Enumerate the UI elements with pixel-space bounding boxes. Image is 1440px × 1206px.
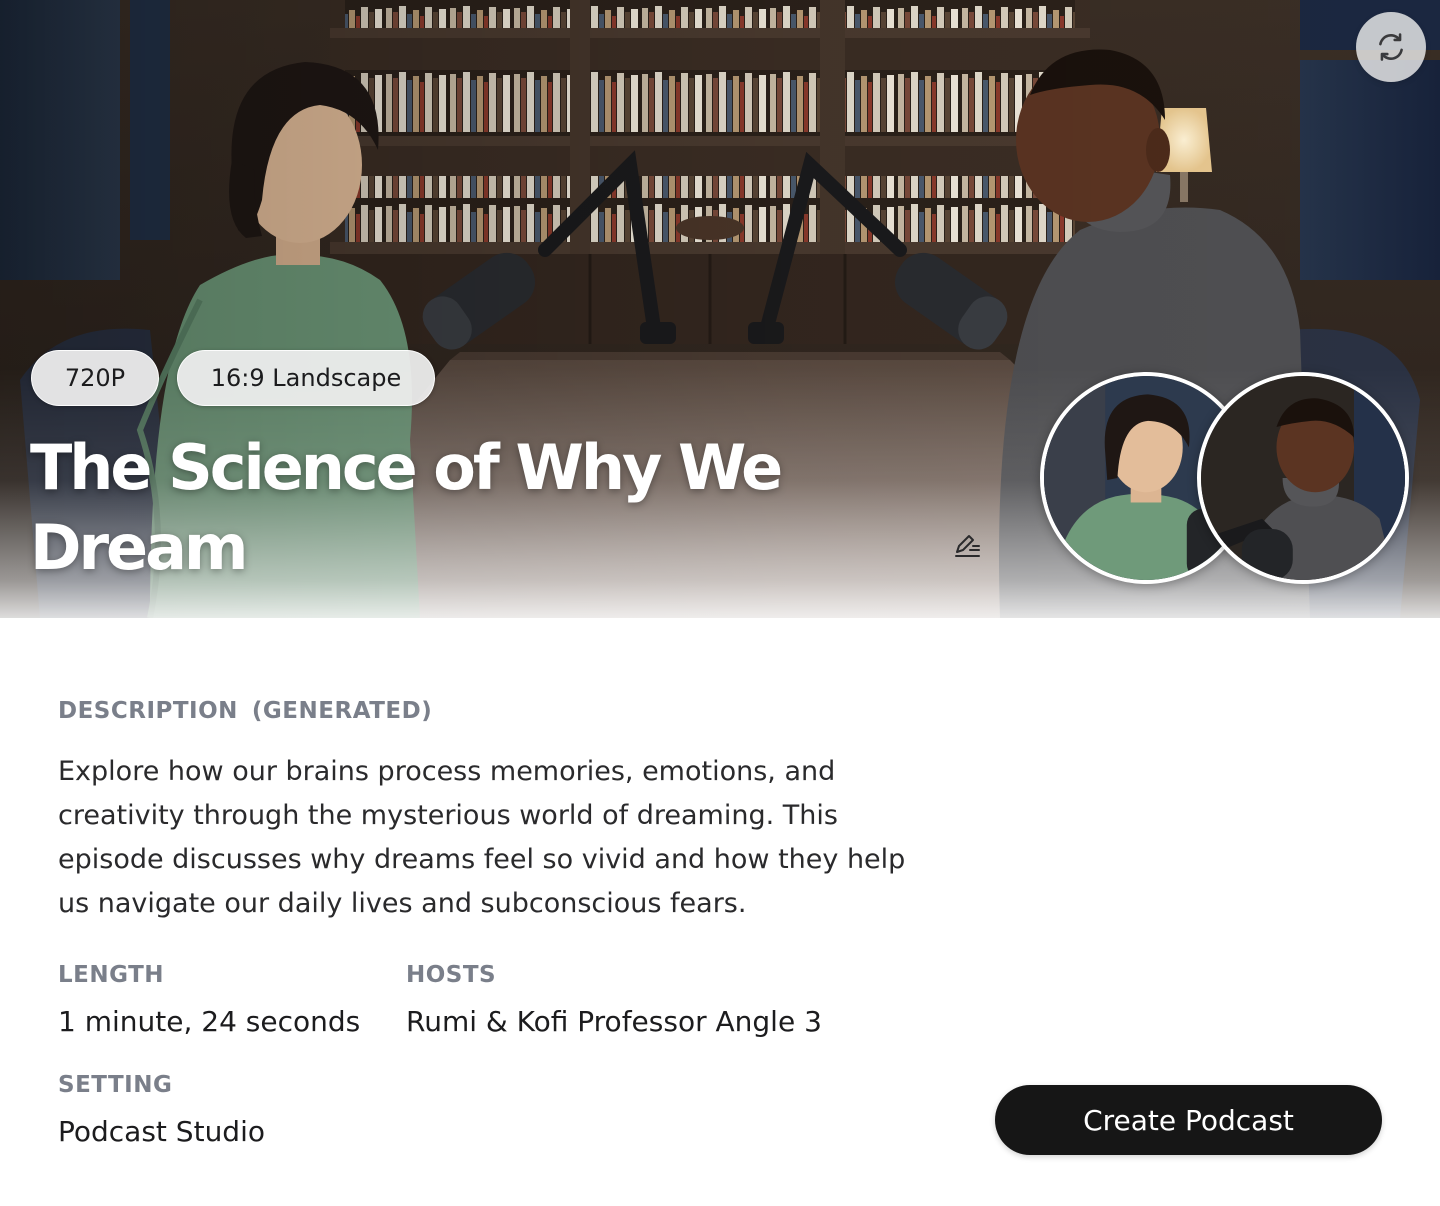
- hosts-value: Rumi & Kofi Professor Angle 3: [406, 1005, 822, 1038]
- host-avatar-kofi: [1197, 372, 1409, 584]
- edit-icon: [955, 535, 980, 557]
- aspect-ratio-badge: 16:9 Landscape: [177, 350, 435, 406]
- hero-banner: 720P 16:9 Landscape The Science of Why W…: [0, 0, 1440, 618]
- hosts-label: HOSTS: [406, 962, 497, 988]
- refresh-icon: [1379, 33, 1403, 61]
- setting-value: Podcast Studio: [58, 1115, 265, 1148]
- setting-label: SETTING: [58, 1072, 173, 1098]
- edit-title-button[interactable]: [952, 530, 984, 562]
- resolution-badge: 720P: [31, 350, 159, 406]
- description-text: Explore how our brains process memories,…: [58, 756, 906, 919]
- description-label: DESCRIPTION (GENERATED): [58, 698, 432, 724]
- length-value: 1 minute, 24 seconds: [58, 1005, 361, 1038]
- description-generated-tag: (GENERATED): [251, 698, 433, 724]
- create-podcast-button[interactable]: Create Podcast: [995, 1085, 1382, 1155]
- length-label: LENGTH: [58, 962, 165, 988]
- podcast-title: The Science of Why We Dream: [30, 431, 783, 584]
- description-label-text: DESCRIPTION: [58, 698, 238, 724]
- refresh-button[interactable]: [1356, 12, 1426, 82]
